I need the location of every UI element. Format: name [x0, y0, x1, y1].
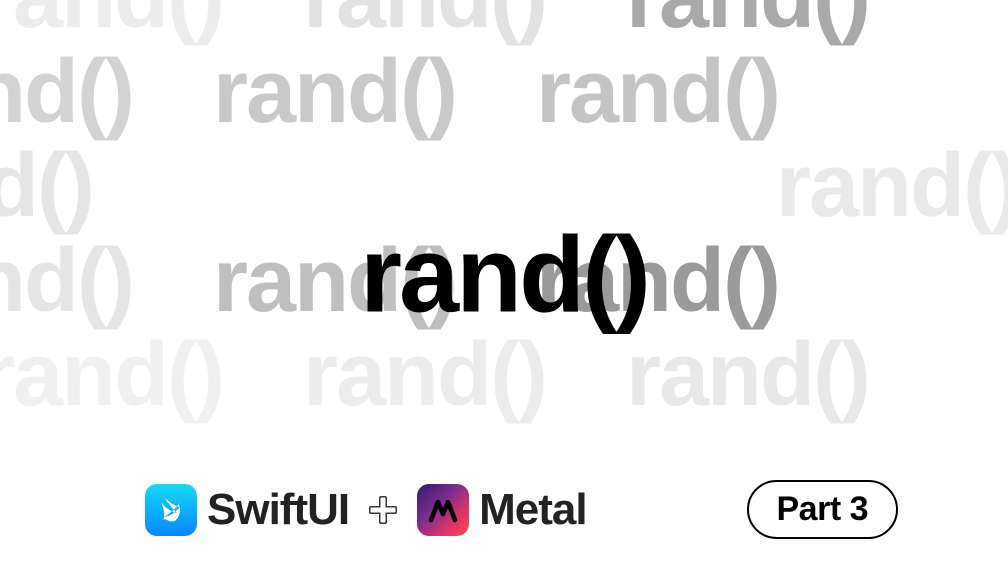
metal-icon: [417, 484, 469, 536]
bg-row: rand() rand() rand(): [0, 328, 1008, 423]
swiftui-label: SwiftUI: [207, 485, 349, 535]
swiftui-badge: SwiftUI: [145, 484, 349, 536]
bg-word: rand(): [0, 45, 133, 140]
bg-word: rand(): [0, 328, 223, 423]
plus-icon: [363, 490, 403, 530]
metal-label: Metal: [479, 485, 586, 535]
footer-bar: SwiftUI Metal Part 3: [0, 480, 1008, 539]
bg-row: rand() rand() rand(): [0, 0, 1008, 45]
bg-word: rand(): [213, 45, 456, 140]
main-title: rand(): [360, 211, 648, 336]
bg-word: rand(): [0, 0, 223, 45]
tech-group: SwiftUI Metal: [145, 484, 587, 536]
bg-row: rand() rand() rand(): [0, 45, 1008, 140]
bg-word: rand(): [0, 139, 93, 234]
metal-badge: Metal: [417, 484, 586, 536]
bg-word: rand(): [626, 328, 869, 423]
bg-word: rand(): [303, 328, 546, 423]
bg-word: rand(): [303, 0, 546, 45]
bg-word: rand(): [536, 45, 779, 140]
swift-icon: [145, 484, 197, 536]
bg-word: rand(): [0, 234, 133, 329]
bg-word: rand(): [776, 139, 1008, 234]
bg-word: rand(): [626, 0, 869, 45]
part-badge: Part 3: [747, 480, 899, 539]
